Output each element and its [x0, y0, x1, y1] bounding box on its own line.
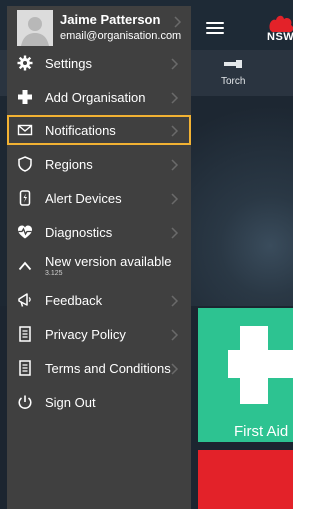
chevron-right-icon: [171, 193, 179, 205]
power-icon: [18, 395, 32, 410]
chevron-right-icon: [171, 92, 179, 104]
menu-item-notifications[interactable]: Notifications: [7, 115, 191, 145]
chevron-right-icon: [171, 363, 179, 375]
alert-tile[interactable]: [198, 450, 293, 509]
menu-item-regions[interactable]: Regions: [7, 149, 191, 179]
document-icon: [19, 326, 31, 342]
menu-item-terms-and-conditions[interactable]: Terms and Conditions: [7, 353, 191, 383]
chevron-right-icon: [171, 125, 179, 137]
menu-item-label: Regions: [45, 157, 93, 172]
document-icon: [19, 360, 31, 376]
chevron-right-icon: [171, 58, 179, 70]
menu-item-settings[interactable]: Settings: [7, 48, 191, 78]
menu-item-add-organisation[interactable]: Add Organisation: [7, 82, 191, 112]
beacon-icon: [19, 190, 31, 206]
menu-item-label: Diagnostics: [45, 225, 113, 240]
torch-icon[interactable]: [224, 60, 244, 68]
menu-item-label: Add Organisation: [45, 90, 146, 105]
envelope-icon: [17, 124, 33, 136]
gear-icon: [17, 55, 33, 71]
user-name: Jaime Patterson: [60, 12, 161, 27]
menu-item-new-version[interactable]: New version available 3.125: [7, 251, 191, 281]
chevron-right-icon: [174, 16, 182, 28]
menu-item-label: Alert Devices: [45, 191, 122, 206]
menu-item-alert-devices[interactable]: Alert Devices: [7, 183, 191, 213]
menu-item-diagnostics[interactable]: Diagnostics: [7, 217, 191, 247]
hamburger-menu-icon[interactable]: [206, 22, 224, 34]
chevron-right-icon: [171, 159, 179, 171]
torch-label: Torch: [221, 76, 246, 87]
menu-item-label: Settings: [45, 56, 92, 71]
menu-item-label: Privacy Policy: [45, 327, 126, 342]
chevron-right-icon: [171, 329, 179, 341]
nsw-logo-text: NSW: [267, 31, 293, 43]
menu-item-feedback[interactable]: Feedback: [7, 285, 191, 315]
menu-item-label: Notifications: [45, 123, 116, 138]
chevron-right-icon: [171, 227, 179, 239]
menu-item-label: Terms and Conditions: [45, 361, 171, 376]
menu-item-privacy-policy[interactable]: Privacy Policy: [7, 319, 191, 349]
plus-icon: [18, 90, 32, 104]
profile-header[interactable]: Jaime Patterson email@organisation.com: [7, 6, 191, 46]
version-number: 3.125: [45, 270, 63, 277]
menu-item-sign-out[interactable]: Sign Out: [7, 387, 191, 417]
menu-item-label: Sign Out: [45, 395, 96, 410]
caret-up-icon: [18, 261, 32, 271]
navigation-drawer: Jaime Patterson email@organisation.com S…: [7, 6, 191, 509]
avatar-placeholder-icon: [17, 10, 53, 46]
first-aid-label: First Aid: [234, 423, 289, 440]
user-email: email@organisation.com: [60, 30, 182, 42]
chevron-right-icon: [171, 295, 179, 307]
megaphone-icon: [18, 293, 31, 307]
shield-icon: [18, 156, 32, 172]
avatar: [17, 10, 53, 46]
first-aid-cross-icon-bar: [228, 350, 293, 378]
menu-item-label: New version available: [45, 254, 172, 269]
menu-item-label: Feedback: [45, 293, 103, 308]
heartbeat-icon: [18, 225, 32, 239]
